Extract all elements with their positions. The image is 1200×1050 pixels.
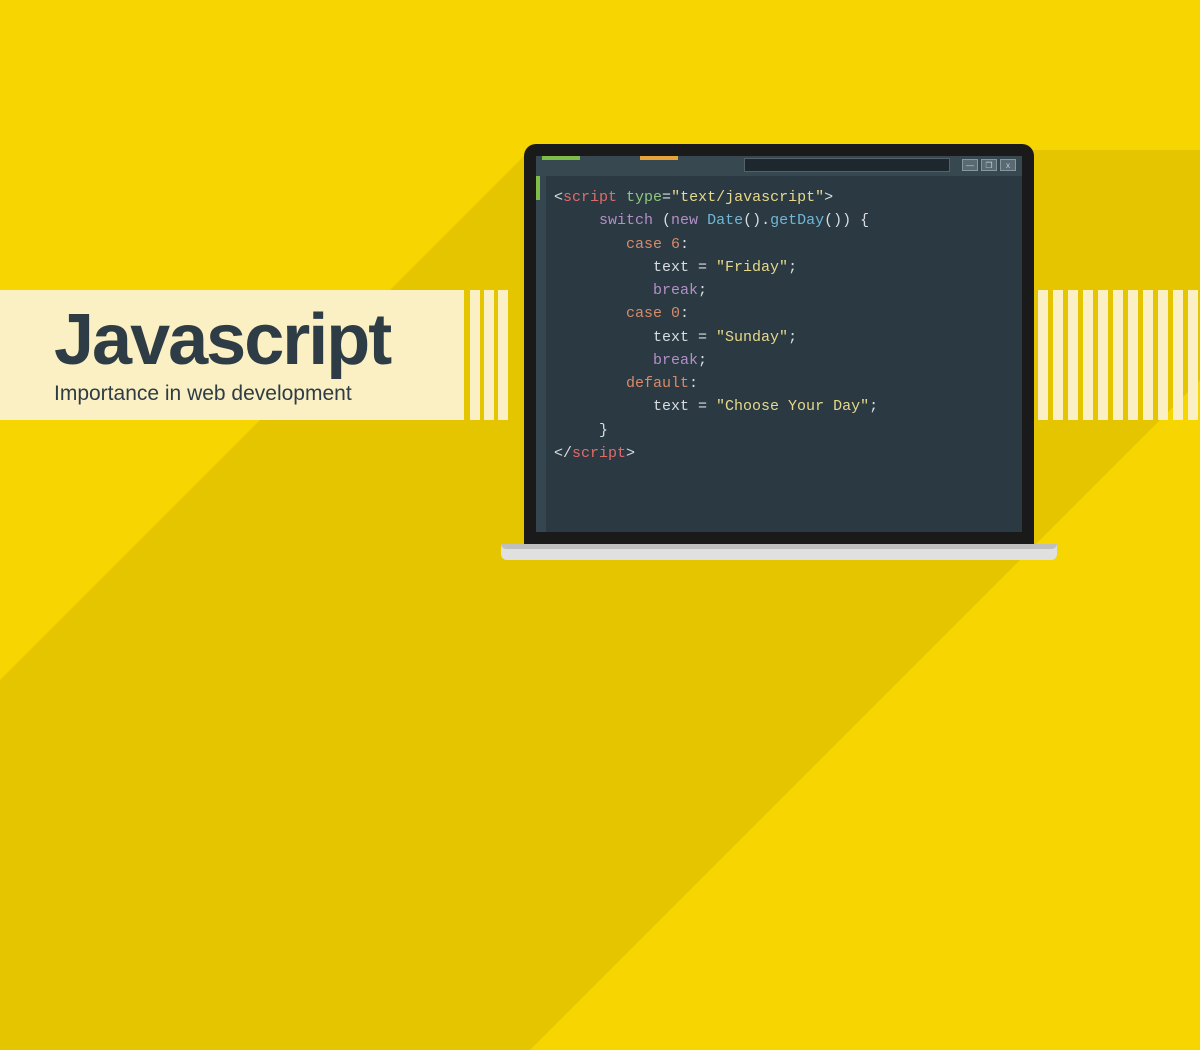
editor-gutter: [536, 176, 546, 532]
page-subtitle: Importance in web development: [54, 382, 464, 406]
gutter-marker: [536, 176, 540, 200]
page-title: Javascript: [54, 304, 464, 376]
maximize-button[interactable]: ❐: [981, 159, 997, 171]
tab-indicator-modified: [640, 156, 678, 160]
code-editor-screen: — ❐ x <script type="text/javascript"> sw…: [536, 156, 1022, 532]
code-content: <script type="text/javascript"> switch (…: [554, 186, 1012, 465]
editor-address-bar: [744, 158, 950, 172]
laptop-base: [501, 544, 1057, 560]
title-band: Javascript Importance in web development: [0, 290, 464, 420]
minimize-button[interactable]: —: [962, 159, 978, 171]
editor-titlebar: — ❐ x: [536, 156, 1022, 176]
decorative-bars-left: [470, 290, 508, 420]
tab-indicator-active: [542, 156, 580, 160]
decorative-bars-right: [1038, 290, 1198, 420]
laptop-illustration: — ❐ x <script type="text/javascript"> sw…: [524, 144, 1034, 560]
close-button[interactable]: x: [1000, 159, 1016, 171]
laptop-bezel: — ❐ x <script type="text/javascript"> sw…: [524, 144, 1034, 544]
